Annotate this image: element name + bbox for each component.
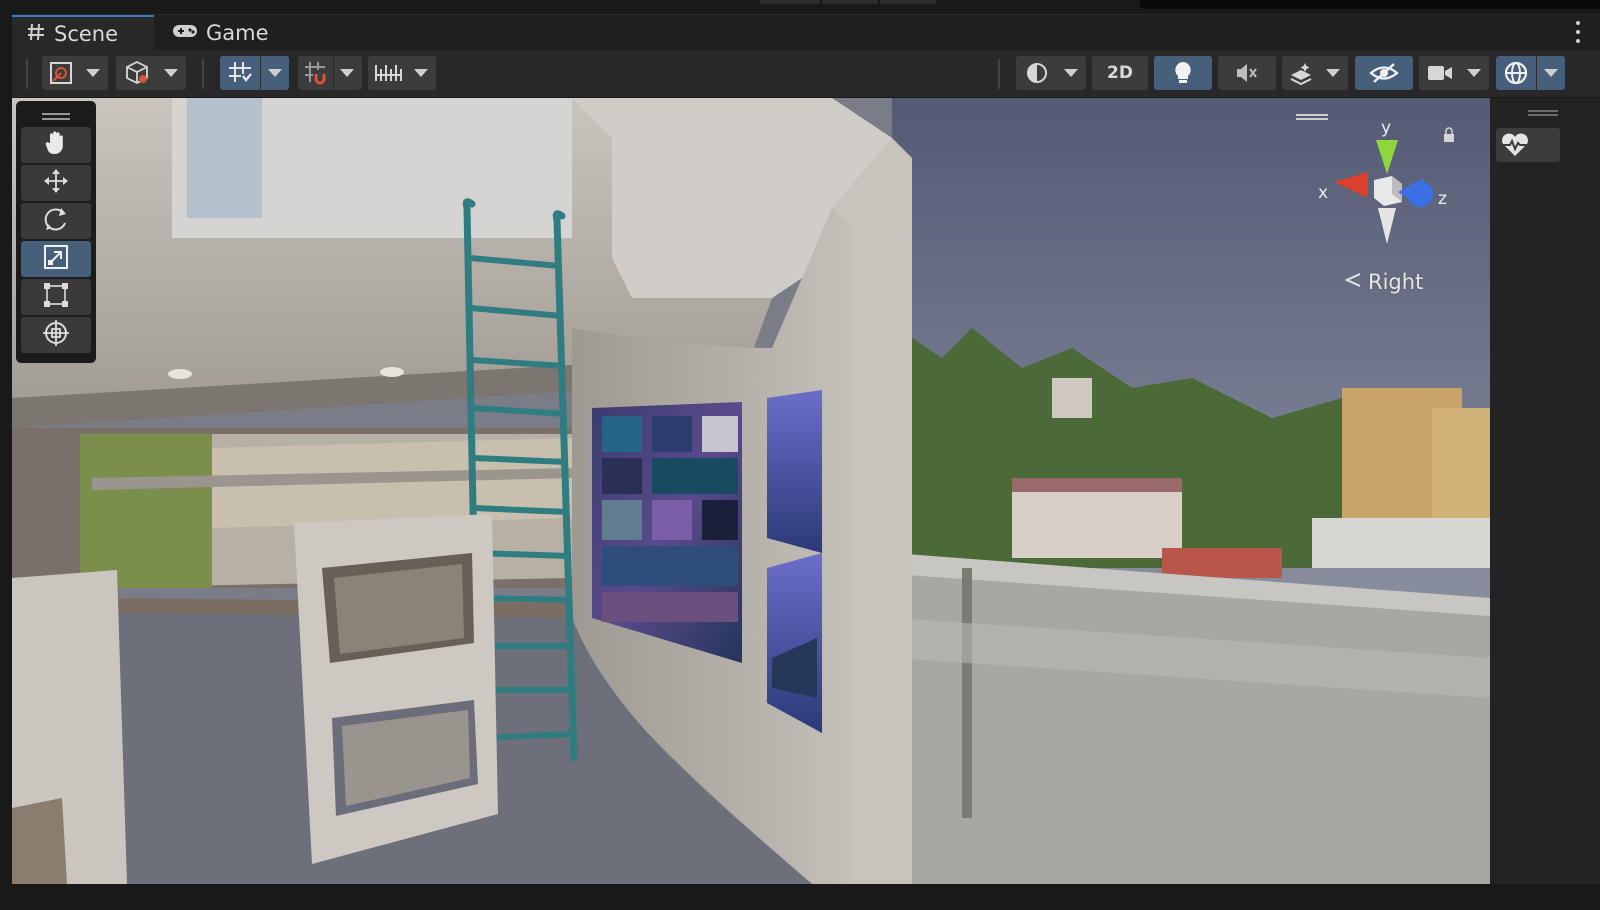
transform-tool-button[interactable] [21,317,91,353]
view-tab-bar: Scene Game [12,14,1600,51]
orientation-gizmo[interactable]: y x z [1318,118,1468,253]
snap-magnet-icon [298,56,333,90]
editor-top-strip [0,0,1600,14]
scene-toolbar: 2D [12,50,1600,98]
shading-mode-dropdown[interactable] [1016,56,1086,90]
scene-render [12,98,1490,884]
scale-tool-button[interactable] [21,241,91,277]
increment-snap-dropdown[interactable] [298,56,362,90]
grid-snap-icon [220,56,260,90]
lighting-toggle[interactable] [1154,56,1212,90]
tab-game[interactable]: Game [158,15,288,51]
top-control[interactable] [760,0,820,4]
overlay-drag-handle[interactable] [20,105,92,127]
rotate-tool-button[interactable] [21,203,91,239]
move-tool-button[interactable] [21,165,91,201]
draw-mode-icon [42,56,80,90]
eye-slash-icon [1369,56,1399,90]
hand-icon [42,129,70,161]
gizmos-toggle[interactable] [1496,56,1536,90]
ruler-snap-dropdown[interactable] [368,56,436,90]
more-options-icon[interactable] [1576,21,1582,43]
rotate-icon [42,205,70,237]
chevron-down-icon [340,69,354,77]
gizmo-globe-icon [1503,56,1529,90]
rect-tool-button[interactable] [21,279,91,315]
chevron-down-icon [164,69,178,77]
gamepad-icon [172,23,198,44]
scale-icon [42,243,70,275]
tab-label: Game [206,21,269,45]
split-divider [333,56,334,90]
scene-camera-dropdown[interactable] [1419,56,1489,90]
toolbar-separator [998,59,1000,89]
grid-snap-options[interactable] [261,56,289,90]
rect-transform-icon [42,281,70,313]
grid-snap-toggle[interactable] [220,56,260,90]
hand-tool-button[interactable] [21,127,91,163]
toggle-2d-button[interactable]: 2D [1092,56,1148,90]
chevron-down-icon [1326,69,1340,77]
axis-z-label: z [1438,189,1447,209]
toolbar-separator [26,59,28,89]
view-orientation-text: Right [1368,270,1424,294]
cube-icon [116,56,158,90]
bottom-border [0,884,1600,910]
axis-y-label: y [1381,118,1391,138]
axis-x-label: x [1318,183,1328,203]
chevron-down-icon [414,69,428,77]
ruler-icon [368,56,408,90]
lightbulb-icon [1172,56,1194,90]
speaker-mute-icon [1235,56,1259,90]
audio-toggle[interactable] [1218,56,1276,90]
chevron-down-icon [1064,69,1078,77]
scene-viewport[interactable] [12,98,1490,884]
grid-hash-icon [26,22,46,47]
tab-label: Scene [54,22,119,46]
scene-visibility-toggle[interactable] [1355,56,1413,90]
heartbeat-icon [1496,132,1534,158]
top-control[interactable] [880,0,936,4]
gizmos-options[interactable] [1537,56,1565,90]
effects-dropdown[interactable] [1282,56,1348,90]
render-mode-dropdown[interactable] [116,56,186,90]
toggle-2d-label: 2D [1107,63,1133,83]
toolbar-separator [202,59,204,89]
shaded-sphere-icon [1016,56,1058,90]
tools-overlay [16,101,96,363]
top-right-strip [1140,0,1600,9]
draw-mode-dropdown[interactable] [42,56,108,90]
transform-icon [41,318,71,352]
chevron-left-icon [1344,270,1362,294]
layers-sparkle-icon [1282,56,1320,90]
tab-scene[interactable]: Scene [12,15,154,51]
chevron-down-icon [86,69,100,77]
dock-drag-handle[interactable] [1528,110,1558,116]
heartbeat-dropdown[interactable] [1496,128,1560,162]
chevron-down-icon [1467,69,1481,77]
chevron-down-icon [268,69,282,77]
view-orientation-label[interactable]: Right [1344,270,1423,294]
top-control[interactable] [822,0,878,4]
chevron-down-icon [1544,69,1558,77]
move-arrows-icon [42,167,70,199]
camera-icon [1419,56,1461,90]
right-overlay-dock [1490,98,1600,884]
